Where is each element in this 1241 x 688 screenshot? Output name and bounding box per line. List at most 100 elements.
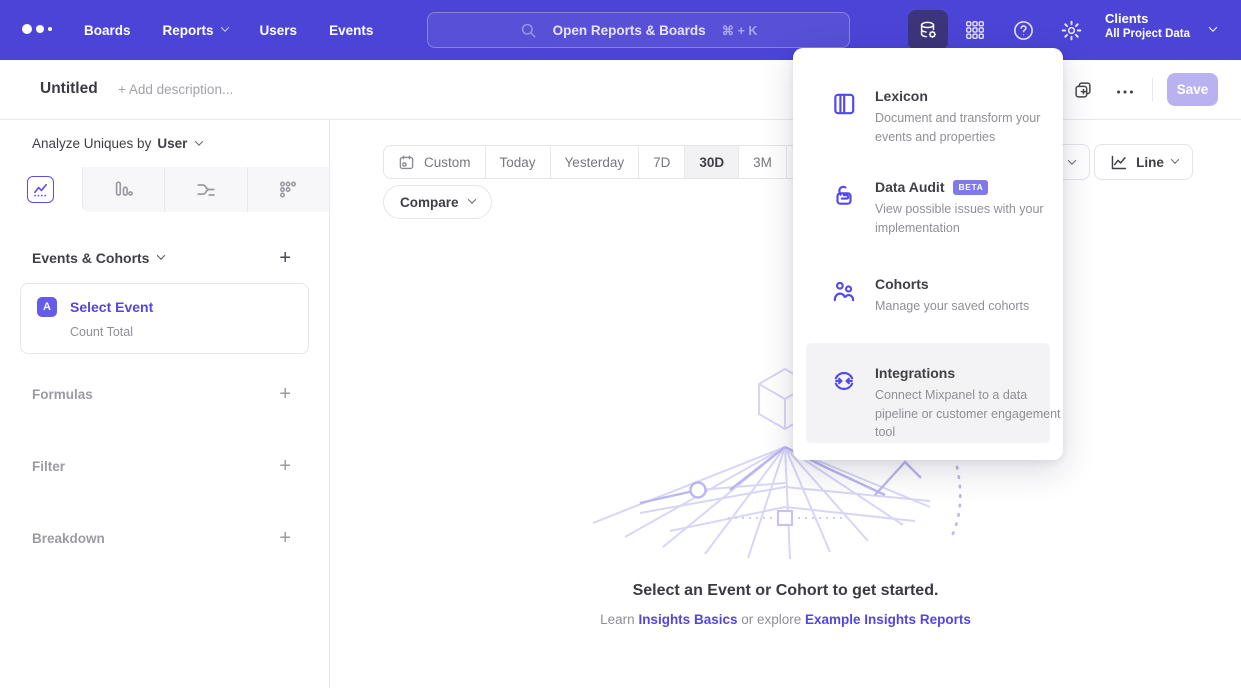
chevron-down-icon [467, 195, 475, 203]
event-card[interactable]: A Select Event Count Total [20, 283, 309, 354]
menu-item-cohorts[interactable]: Cohorts Manage your saved cohorts [831, 276, 1063, 316]
tab-line-chart[interactable] [0, 167, 82, 212]
chevron-down-icon [195, 137, 203, 145]
cohorts-people-icon [831, 279, 857, 305]
search-shortcut: ⌘ + K [722, 23, 758, 38]
calendar-icon [398, 154, 415, 171]
chevron-down-icon [1068, 156, 1076, 164]
menu-item-description: Connect Mixpanel to a data pipeline or c… [875, 386, 1063, 442]
chevron-down-icon [220, 23, 228, 31]
compare-button[interactable]: Compare [383, 185, 492, 219]
more-options-button[interactable] [1114, 81, 1136, 103]
settings-gear-icon [1060, 19, 1083, 42]
integrations-sync-icon [831, 368, 857, 394]
line-chart-icon [32, 181, 49, 198]
save-button[interactable]: Save [1167, 73, 1218, 106]
filter-label: Filter [32, 459, 65, 474]
breakdown-label: Breakdown [32, 531, 105, 546]
learn-prefix: Learn [600, 612, 638, 627]
duplicate-report-button[interactable] [1072, 79, 1094, 101]
chevron-down-icon [1209, 23, 1217, 31]
range-30d-selected[interactable]: 30D [684, 146, 738, 178]
data-management-menu: Lexicon Document and transform your even… [793, 48, 1063, 460]
mixpanel-logo[interactable] [22, 24, 52, 34]
add-formula-button[interactable]: + [279, 384, 291, 404]
settings-button[interactable] [1059, 18, 1083, 42]
apps-grid-button[interactable] [963, 18, 987, 42]
data-audit-lock-icon [831, 182, 857, 208]
add-breakdown-button[interactable]: + [279, 528, 291, 548]
menu-item-title: Lexicon [875, 88, 1063, 104]
formulas-section: Formulas + [0, 384, 329, 404]
events-cohorts-label[interactable]: Events & Cohorts [32, 250, 149, 266]
help-button[interactable] [1011, 18, 1035, 42]
project-name: Clients [1105, 11, 1190, 26]
header-divider [1152, 78, 1153, 102]
menu-item-description: View possible issues with your implement… [875, 200, 1063, 237]
formulas-label: Formulas [32, 387, 93, 402]
lexicon-book-icon [831, 91, 857, 117]
breakdown-section: Breakdown + [0, 528, 329, 548]
menu-item-description: Document and transform your events and p… [875, 109, 1063, 146]
range-custom[interactable]: Custom [384, 146, 485, 178]
project-scope: All Project Data [1105, 28, 1190, 40]
tab-flow-chart[interactable] [164, 167, 247, 212]
range-7d[interactable]: 7D [638, 146, 684, 178]
nav-users[interactable]: Users [260, 23, 298, 38]
apps-grid-icon [964, 19, 986, 41]
copy-plus-icon [1072, 79, 1094, 101]
insights-basics-link[interactable]: Insights Basics [638, 612, 737, 627]
flow-sankey-icon [195, 179, 217, 201]
database-gear-icon [917, 19, 939, 41]
add-event-button[interactable]: + [279, 248, 291, 268]
nav-boards[interactable]: Boards [84, 23, 131, 38]
menu-item-title: Cohorts [875, 276, 1063, 292]
range-yesterday[interactable]: Yesterday [550, 146, 639, 178]
project-switcher[interactable]: Clients All Project Data [1105, 11, 1190, 40]
ellipsis-icon [1114, 81, 1136, 103]
analyze-prefix: Analyze Uniques by [32, 136, 151, 151]
analyze-uniques-selector[interactable]: Analyze Uniques by User [0, 120, 329, 167]
count-total-selector[interactable]: Count Total [70, 325, 292, 339]
chart-type-dropdown[interactable]: Line [1094, 144, 1193, 180]
example-insights-reports-link[interactable]: Example Insights Reports [805, 612, 971, 627]
report-title[interactable]: Untitled [40, 80, 98, 98]
select-event-button[interactable]: Select Event [70, 299, 153, 315]
tab-bar-chart[interactable] [82, 167, 165, 212]
empty-state-links: Learn Insights Basics or explore Example… [330, 612, 1241, 627]
menu-item-description: Manage your saved cohorts [875, 297, 1063, 316]
range-today[interactable]: Today [485, 146, 550, 178]
filter-section: Filter + [0, 456, 329, 476]
chart-type-tabs [0, 167, 329, 212]
data-management-button[interactable] [908, 10, 948, 50]
empty-state-title: Select an Event or Cohort to get started… [330, 582, 1241, 600]
bar-chart-icon [112, 179, 134, 201]
beta-badge: BETA [953, 180, 988, 195]
chevron-down-icon [157, 251, 165, 259]
menu-item-integrations-highlighted[interactable]: Integrations Connect Mixpanel to a data … [806, 343, 1050, 443]
events-cohorts-section: Events & Cohorts + [0, 248, 329, 268]
report-canvas: Custom Today Yesterday 7D 30D 3M 6M Comp… [330, 120, 1241, 688]
search-icon [520, 22, 537, 39]
search-placeholder: Open Reports & Boards [553, 23, 706, 38]
menu-item-title: Data Audit [875, 179, 944, 195]
menu-item-data-audit[interactable]: Data Audit BETA View possible issues wit… [831, 179, 1063, 237]
menu-item-integrations[interactable]: Integrations Connect Mixpanel to a data … [831, 365, 1063, 442]
menu-item-lexicon[interactable]: Lexicon Document and transform your even… [831, 88, 1063, 146]
tab-metrics[interactable] [247, 167, 330, 212]
analyze-value: User [157, 136, 187, 151]
global-search[interactable]: Open Reports & Boards ⌘ + K [427, 12, 850, 48]
menu-item-title: Integrations [875, 365, 1063, 381]
add-description-field[interactable]: + Add description... [118, 82, 233, 97]
metrics-dots-icon [277, 179, 299, 201]
query-builder-sidebar: Analyze Uniques by User [0, 120, 330, 688]
nav-reports[interactable]: Reports [163, 23, 228, 38]
add-filter-button[interactable]: + [279, 456, 291, 476]
range-3m[interactable]: 3M [738, 146, 786, 178]
nav-events[interactable]: Events [329, 23, 373, 38]
event-letter-badge: A [37, 297, 57, 317]
line-chart-icon [1109, 153, 1128, 172]
help-icon [1012, 19, 1035, 42]
chevron-down-icon [1171, 155, 1179, 163]
or-explore-text: or explore [737, 612, 805, 627]
